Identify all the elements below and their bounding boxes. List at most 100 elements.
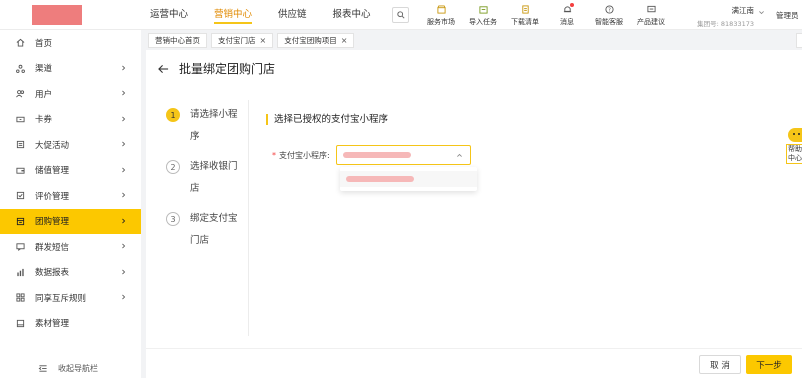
tool-download-list[interactable]: 下载清单 [504, 3, 546, 27]
top-bar: 运营中心 营销中心 供应链 报表中心 服务市场 导入任务 下载清单 消息 ? 智… [0, 0, 802, 30]
step-3: 3 绑定支付宝门店 [166, 212, 256, 252]
chevron-right-icon [122, 218, 126, 223]
tool-service-market[interactable]: 服务市场 [420, 3, 462, 27]
material-icon [16, 319, 24, 327]
nav-operations-center[interactable]: 运营中心 [150, 0, 188, 30]
promo-icon [16, 141, 24, 149]
notification-dot [569, 3, 574, 7]
sidebar-item-reports[interactable]: 数据报表 [0, 260, 141, 286]
chevron-down-icon[interactable] [758, 9, 765, 16]
market-icon [436, 4, 446, 14]
close-icon[interactable]: × [260, 34, 267, 47]
tab-marketing-home[interactable]: 营销中心首页 [148, 33, 207, 48]
feedback-icon [646, 5, 656, 12]
main-panel: 批量绑定团购门店 1 请选择小程序 2 选择收银门店 3 绑定支付宝门店 选择已… [146, 50, 802, 378]
top-nav: 运营中心 营销中心 供应链 报表中心 [150, 0, 397, 30]
step-2: 2 选择收银门店 [166, 160, 256, 200]
selected-value-redacted [342, 152, 411, 158]
chevron-right-icon [122, 294, 126, 300]
chevron-right-icon [122, 141, 126, 147]
sidebar-item-materials[interactable]: 素材管理 [0, 311, 141, 337]
sidebar-item-stored-value[interactable]: 储值管理 [0, 158, 141, 184]
tool-messages[interactable]: 消息 [546, 3, 588, 27]
sidebar-item-reviews[interactable]: 评价管理 [0, 183, 141, 209]
tab-scroll-edge[interactable] [796, 33, 802, 48]
nav-marketing-center[interactable]: 营销中心 [214, 0, 253, 30]
chevron-right-icon [122, 192, 126, 198]
step-number: 2 [166, 160, 180, 174]
option-text-redacted [346, 176, 414, 182]
user-name: 满江南 [731, 6, 755, 15]
tool-product-feedback[interactable]: 产品建议 [630, 3, 672, 27]
tab-alipay-stores[interactable]: 支付宝门店 × [211, 33, 274, 48]
tool-label: 下载清单 [511, 18, 539, 26]
sidebar-item-label: 大促活动 [35, 140, 70, 151]
collapse-menu-icon [38, 365, 47, 372]
step-indicator: 1 请选择小程序 2 选择收银门店 3 绑定支付宝门店 [166, 108, 256, 264]
sidebar-item-label: 首页 [35, 38, 53, 49]
arrow-left-icon [158, 64, 169, 73]
dropdown-option[interactable] [340, 171, 477, 187]
chevron-right-icon [122, 90, 126, 96]
step-1: 1 请选择小程序 [166, 108, 256, 148]
rules-icon [15, 293, 25, 302]
sidebar-item-label: 卡券 [35, 115, 53, 126]
close-icon[interactable]: × [341, 34, 348, 47]
help-center-widget[interactable]: 帮助中心 [786, 128, 802, 176]
mascot-icon [788, 128, 802, 142]
user-info[interactable]: 满江南 集团号: 81833173 [690, 5, 754, 28]
tool-smart-service[interactable]: ? 智能客服 [588, 3, 630, 27]
mini-program-field: * 支付宝小程序: [272, 145, 471, 165]
tab-label: 支付宝团购项目 [284, 36, 337, 45]
home-icon [16, 39, 24, 47]
sidebar-item-coupons[interactable]: 卡券 [0, 107, 141, 133]
channel-icon [15, 64, 25, 73]
tool-import-tasks[interactable]: 导入任务 [462, 3, 504, 27]
sidebar-item-home[interactable]: 首页 [0, 30, 141, 56]
tool-label: 消息 [560, 18, 574, 26]
chevron-right-icon [122, 243, 126, 249]
chevron-right-icon [122, 269, 126, 274]
tool-label: 产品建议 [637, 18, 665, 26]
tool-label: 导入任务 [469, 18, 497, 26]
search-button[interactable] [392, 7, 409, 23]
users-icon [15, 90, 24, 98]
sidebar-item-label: 同享互斥规则 [35, 293, 87, 304]
logo[interactable] [32, 5, 82, 25]
step-number: 3 [166, 212, 180, 226]
toolbar: 服务市场 导入任务 下载清单 消息 ? 智能客服 产品建议 [420, 3, 672, 27]
chart-icon [16, 268, 24, 276]
sidebar-item-sms[interactable]: 群发短信 [0, 234, 141, 260]
tab-label: 营销中心首页 [155, 36, 200, 45]
admin-label[interactable]: 管理员 [776, 10, 799, 21]
nav-supply-chain[interactable]: 供应链 [278, 0, 307, 30]
coupon-icon [15, 116, 25, 122]
sidebar-item-channel[interactable]: 渠道 [0, 56, 141, 82]
page-title: 批量绑定团购门店 [179, 62, 276, 76]
mini-program-select[interactable] [335, 145, 471, 165]
cancel-button[interactable]: 取 消 [699, 355, 741, 374]
back-button[interactable] [158, 64, 169, 74]
nav-report-center[interactable]: 报表中心 [333, 0, 371, 30]
divider [248, 100, 249, 336]
sidebar-item-promotions[interactable]: 大促活动 [0, 132, 141, 158]
chevron-right-icon [122, 116, 126, 121]
import-icon [478, 5, 488, 14]
step-number: 1 [166, 108, 180, 122]
sidebar-item-users[interactable]: 用户 [0, 81, 141, 107]
sidebar-item-share-rules[interactable]: 同享互斥规则 [0, 285, 141, 311]
sidebar-item-label: 用户 [35, 89, 53, 100]
help-circle-icon: ? [604, 4, 614, 14]
next-button[interactable]: 下一步 [746, 355, 792, 374]
tool-label: 服务市场 [427, 18, 455, 26]
collapse-nav-button[interactable]: 收起导航栏 [38, 363, 98, 374]
sidebar: 首页 渠道 用户 卡券 大促活动 储值管理 评价管理 团购管理 群发短信 数据报… [0, 30, 141, 378]
sidebar-item-group-buying[interactable]: 团购管理 [0, 208, 141, 234]
step-label: 选择收银门店 [190, 161, 238, 194]
svg-text:?: ? [608, 7, 611, 13]
sidebar-item-label: 数据报表 [35, 268, 70, 279]
group-id: 集团号: 81833173 [697, 20, 754, 28]
tab-alipay-groupbuy-items[interactable]: 支付宝团购项目 × [277, 33, 355, 48]
sidebar-item-label: 素材管理 [35, 319, 70, 330]
chevron-right-icon [122, 65, 126, 70]
